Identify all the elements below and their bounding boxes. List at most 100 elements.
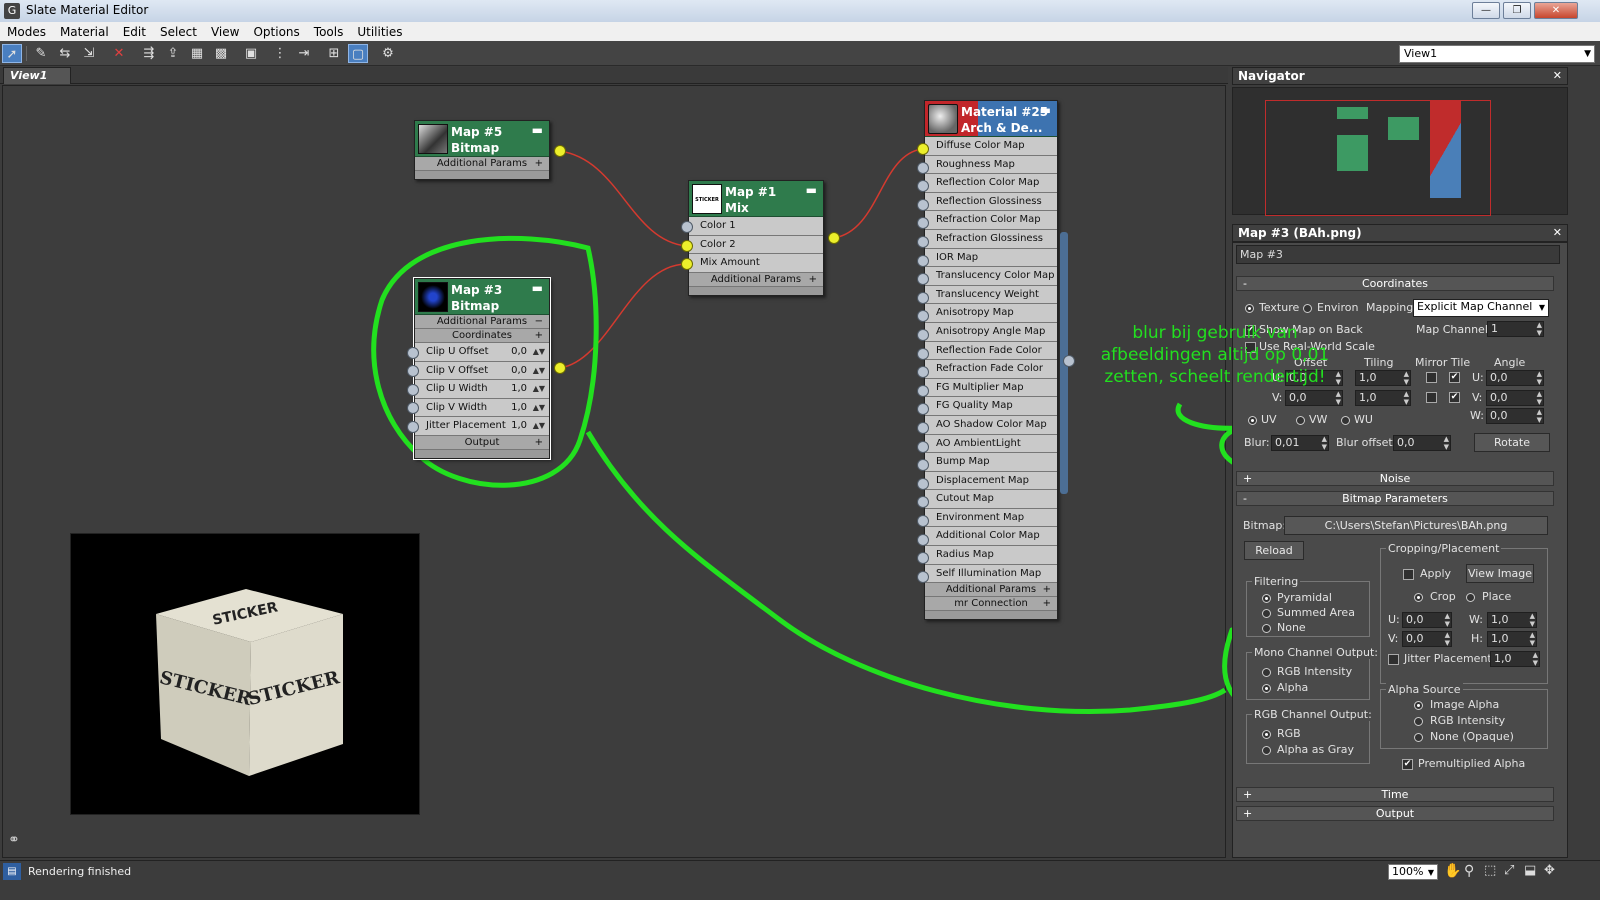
close-icon[interactable]: ✕ bbox=[1553, 68, 1562, 84]
node-material-25[interactable]: Material #25 Arch & De... ▬ Diffuse Color… bbox=[924, 100, 1058, 621]
alpha-as-gray-radio[interactable] bbox=[1262, 746, 1271, 755]
material-slot[interactable]: Radius Map bbox=[925, 546, 1057, 565]
environ-radio[interactable] bbox=[1303, 304, 1312, 313]
node-section[interactable]: Additional Params + bbox=[925, 583, 1057, 598]
spinner-icon[interactable]: ▲▼ bbox=[1445, 613, 1450, 627]
node-header[interactable]: Map #3 Bitmap ▬ bbox=[415, 279, 549, 315]
rollout-coordinates[interactable]: - Coordinates bbox=[1236, 276, 1554, 291]
close-button[interactable]: ✕ bbox=[1534, 2, 1578, 19]
rotate-button[interactable]: Rotate bbox=[1474, 433, 1550, 452]
spinner-icon[interactable]: ▲▼ bbox=[1530, 613, 1535, 627]
show-map-icon[interactable]: ▦ bbox=[187, 44, 207, 63]
material-slot[interactable]: Roughness Map bbox=[925, 155, 1057, 175]
tab-view1[interactable]: View1 bbox=[3, 67, 71, 84]
map-channel-field[interactable]: 1 ▲ ▼ bbox=[1487, 321, 1544, 337]
menu-select[interactable]: Select bbox=[153, 25, 204, 39]
zoom-region-icon[interactable]: ⬚ bbox=[1484, 863, 1496, 878]
material-output-socket[interactable] bbox=[1063, 355, 1075, 367]
material-input-socket[interactable] bbox=[917, 291, 929, 304]
menu-options[interactable]: Options bbox=[246, 25, 306, 39]
vw-radio[interactable] bbox=[1296, 416, 1305, 425]
v-tile-checkbox[interactable]: ✔ bbox=[1449, 392, 1460, 403]
material-input-socket[interactable] bbox=[917, 161, 929, 174]
material-input-socket[interactable] bbox=[917, 477, 929, 490]
material-slot[interactable]: FG Quality Map bbox=[925, 397, 1057, 416]
material-input-socket[interactable] bbox=[917, 347, 929, 360]
minimize-node-icon[interactable]: ▬ bbox=[806, 183, 817, 197]
param-value[interactable]: 1,0 bbox=[511, 399, 527, 417]
input-socket[interactable] bbox=[407, 384, 419, 396]
spinner-icon[interactable]: ▲▼ bbox=[1537, 409, 1542, 423]
spinner-icon[interactable]: ▲▼ bbox=[1336, 391, 1341, 405]
uv-radio[interactable] bbox=[1248, 416, 1257, 425]
spinner-icon[interactable]: ▲▼ bbox=[1533, 652, 1538, 666]
spinner-icon[interactable]: ▲▼ bbox=[1537, 371, 1542, 385]
slot-color1[interactable]: Color 1 bbox=[689, 217, 823, 236]
material-slot[interactable]: Anisotropy Map bbox=[925, 304, 1057, 323]
background-icon[interactable]: ▩ bbox=[211, 44, 231, 63]
material-slot[interactable]: Refraction Glossiness Map bbox=[925, 229, 1057, 262]
node-header[interactable]: Material #25 Arch & De... ▬ bbox=[925, 101, 1057, 137]
node-section[interactable]: Additional Params + bbox=[415, 157, 549, 171]
zoom-selected-icon[interactable]: ⬓ bbox=[1524, 863, 1536, 878]
parameter-editor-icon[interactable]: ▢ bbox=[348, 44, 368, 63]
node-header[interactable]: Map #5 Bitmap ▬ bbox=[415, 121, 549, 157]
param-value[interactable]: 0,0 bbox=[511, 362, 527, 380]
spinner-icon[interactable]: ▲▼ bbox=[1537, 322, 1542, 336]
node-section[interactable]: mr Connection + bbox=[925, 597, 1057, 612]
premultiplied-checkbox[interactable]: ✔ bbox=[1402, 759, 1413, 770]
zoom-extents-icon[interactable]: ⤢ bbox=[1504, 863, 1514, 878]
material-slot[interactable]: Refraction Color Map bbox=[925, 211, 1057, 230]
output-socket[interactable] bbox=[554, 145, 566, 157]
material-slot[interactable]: Refraction Fade Color Map bbox=[925, 360, 1057, 392]
minimize-node-icon[interactable]: ▬ bbox=[532, 281, 543, 295]
minimize-node-icon[interactable]: ▬ bbox=[532, 123, 543, 137]
alpha-rgb-intensity-radio[interactable] bbox=[1414, 717, 1423, 726]
material-map-browser-icon[interactable]: ⚙ bbox=[378, 44, 398, 63]
param-clip-v-width[interactable]: Clip V Width 1,0 ▲▼ bbox=[415, 398, 549, 418]
rollout-time[interactable]: + Time bbox=[1236, 787, 1554, 802]
material-slot[interactable]: Bump Map bbox=[925, 453, 1057, 472]
material-input-socket[interactable] bbox=[917, 143, 929, 155]
material-input-socket[interactable] bbox=[917, 515, 929, 527]
node-section[interactable]: Output + bbox=[415, 435, 549, 450]
summed-area-radio[interactable] bbox=[1262, 609, 1271, 618]
spinner-icon[interactable]: ▲▼ bbox=[1530, 632, 1535, 646]
spinner-icon[interactable]: ▲▼ bbox=[1445, 632, 1450, 646]
output-socket[interactable] bbox=[554, 362, 566, 374]
node-section[interactable]: Coordinates + bbox=[415, 329, 549, 343]
material-slot[interactable]: Translucency Color Map bbox=[925, 267, 1057, 286]
material-input-socket[interactable] bbox=[917, 329, 929, 341]
menu-tools[interactable]: Tools bbox=[307, 25, 351, 39]
slot-color2[interactable]: Color 2 bbox=[689, 235, 823, 255]
menu-modes[interactable]: Modes bbox=[0, 25, 53, 39]
rollout-output[interactable]: + Output bbox=[1236, 806, 1554, 821]
assign-material-icon[interactable]: ⇲ bbox=[79, 44, 99, 63]
material-slot[interactable]: Environment Map bbox=[925, 508, 1057, 528]
alpha-radio[interactable] bbox=[1262, 684, 1271, 693]
map-name-field[interactable]: Map #3 bbox=[1236, 245, 1560, 264]
spinner-icon[interactable]: ▲▼ bbox=[1444, 436, 1449, 450]
crop-u-field[interactable]: 0,0 ▲ ▼ bbox=[1402, 612, 1452, 628]
jitter-checkbox[interactable] bbox=[1388, 654, 1399, 665]
material-slot[interactable]: Reflection Color Map bbox=[925, 174, 1057, 193]
input-socket[interactable] bbox=[407, 347, 419, 359]
binoculars-icon[interactable]: ⚭ bbox=[8, 832, 20, 848]
spinner-icon[interactable]: ▲▼ bbox=[1404, 371, 1409, 385]
material-slot[interactable]: Translucency Weight Map bbox=[925, 285, 1057, 318]
material-slot[interactable]: IOR Map bbox=[925, 248, 1057, 268]
texture-radio[interactable] bbox=[1245, 304, 1254, 313]
v-angle-field[interactable]: 0,0 ▲ ▼ bbox=[1486, 390, 1544, 406]
input-socket[interactable] bbox=[407, 365, 419, 377]
material-input-socket[interactable] bbox=[917, 440, 929, 453]
layout-horizontal-icon[interactable]: ⇥ bbox=[294, 44, 314, 63]
spinner-icon[interactable]: ▲▼ bbox=[1404, 391, 1409, 405]
v-offset-field[interactable]: 0,0 ▲ ▼ bbox=[1285, 390, 1343, 406]
spinner-icon[interactable]: ▲▼ bbox=[1322, 436, 1327, 450]
layout-vertical-icon[interactable]: ⋮ bbox=[270, 44, 290, 63]
u-mirror-checkbox[interactable] bbox=[1426, 372, 1437, 383]
view-select[interactable]: View1 ▼ bbox=[1399, 45, 1595, 63]
material-slot[interactable]: AO Shadow Color Map bbox=[925, 415, 1057, 435]
material-slot[interactable]: FG Multiplier Map bbox=[925, 378, 1057, 398]
sample-shape-icon[interactable]: ▣ bbox=[241, 44, 261, 63]
